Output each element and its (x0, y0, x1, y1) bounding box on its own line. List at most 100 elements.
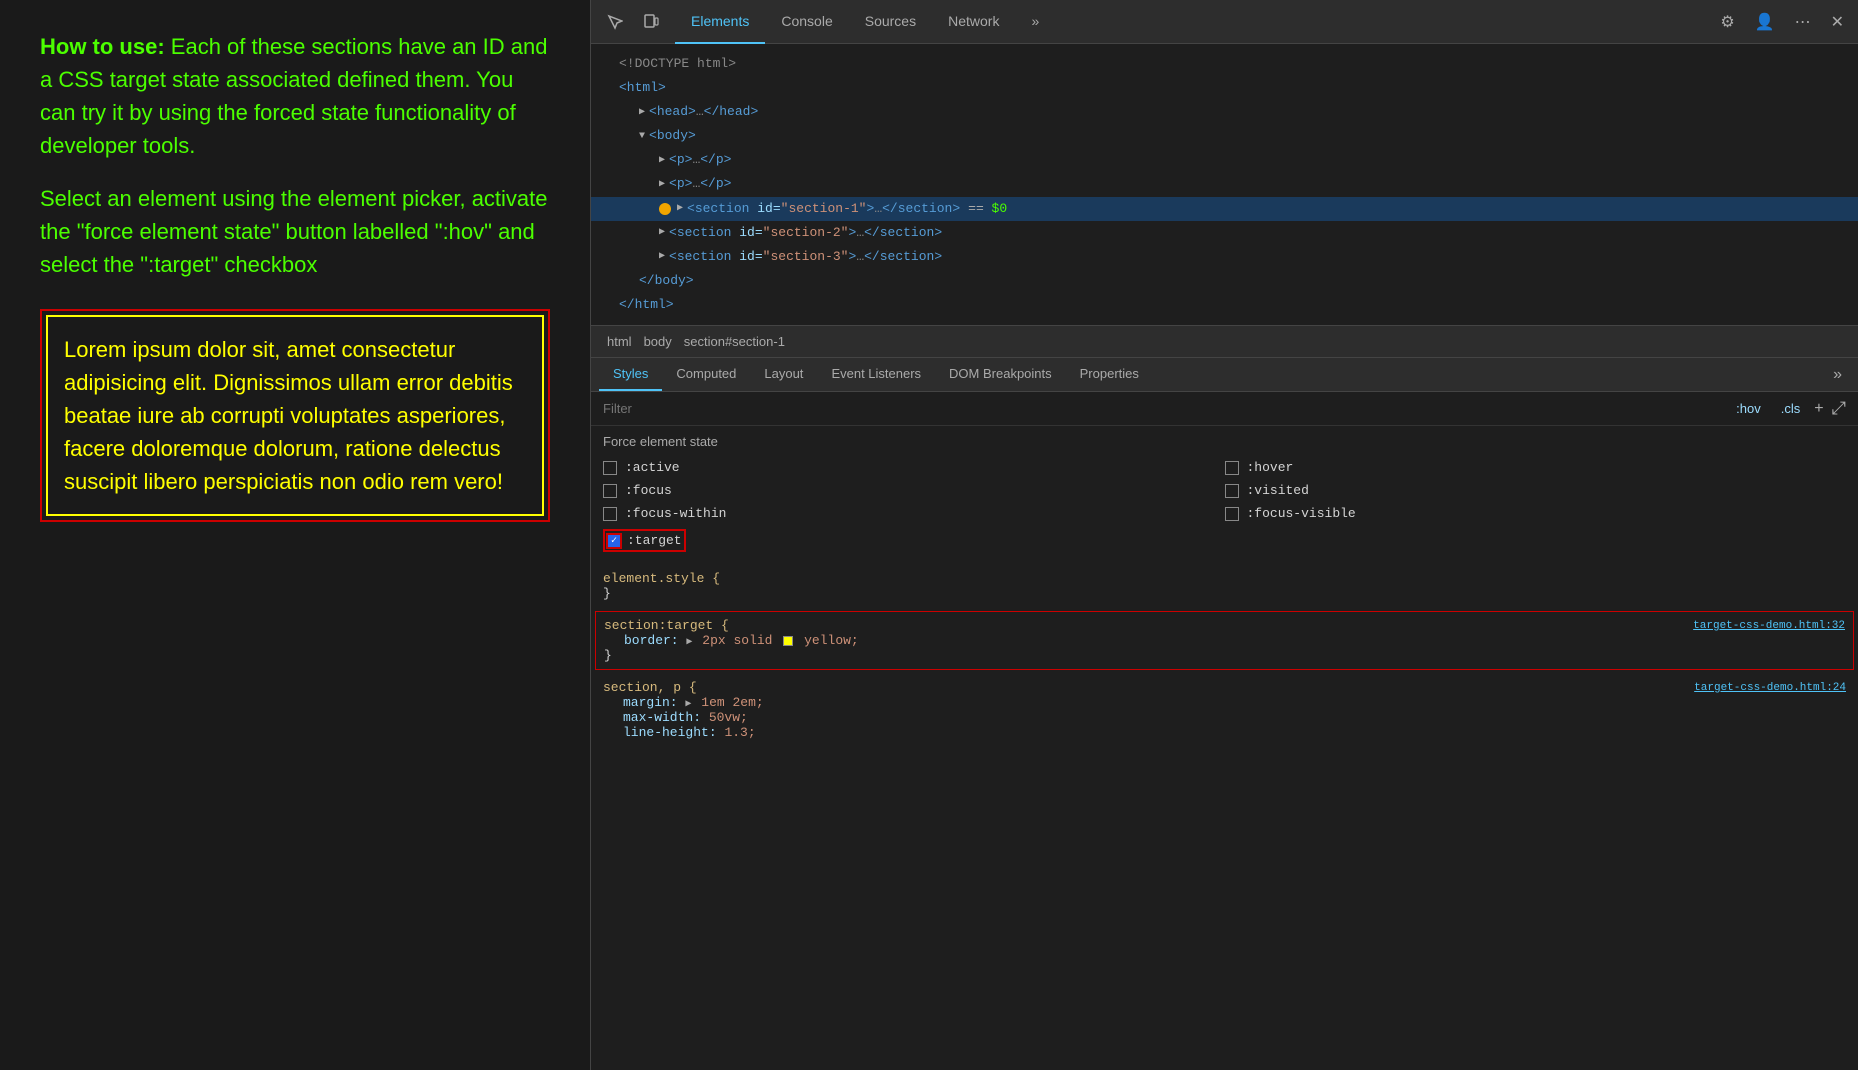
css-prop-max-width: max-width: (623, 710, 701, 725)
tab-properties[interactable]: Properties (1066, 358, 1153, 391)
tri-right-p2-icon: ▶ (659, 176, 665, 193)
breadcrumb-section1[interactable]: section#section-1 (680, 332, 789, 351)
css-selector-section-p: section, p { (603, 680, 697, 695)
select-element-text: Select an element using the element pick… (40, 182, 550, 281)
demo-lorem-text: Lorem ipsum dolor sit, amet consectetur … (64, 333, 526, 498)
tri-right-s2-icon: ▶ (659, 224, 665, 241)
css-link-section-p[interactable]: target-css-demo.html:24 (1694, 682, 1846, 694)
left-panel: How to use: Each of these sections have … (0, 0, 590, 1070)
tab-computed[interactable]: Computed (662, 358, 750, 391)
add-style-rule-button[interactable]: + (1814, 400, 1823, 418)
css-value-border: 2px solid (702, 633, 772, 648)
css-selector-element-style: element.style { (603, 571, 720, 586)
cls-button[interactable]: .cls (1775, 399, 1807, 418)
tab-sources[interactable]: Sources (849, 0, 932, 44)
devtools-topbar-right: ⚙ 👤 ⋯ ✕ (1714, 8, 1850, 36)
tab-console[interactable]: Console (765, 0, 848, 44)
state-target-item: :target (603, 526, 1225, 555)
breadcrumb-body[interactable]: body (640, 332, 676, 351)
tab-network[interactable]: Network (932, 0, 1015, 44)
devtools-topbar: Elements Console Sources Network » ⚙ 👤 ⋯… (591, 0, 1858, 44)
how-to-use-bold: How to use: (40, 34, 165, 59)
state-focus-label: :focus (625, 483, 672, 498)
close-devtools-button[interactable]: ✕ (1825, 8, 1850, 36)
profile-icon[interactable]: 👤 (1749, 8, 1781, 36)
state-focus-checkbox[interactable] (603, 484, 617, 498)
more-options-icon[interactable]: ⋯ (1789, 8, 1817, 36)
settings-icon[interactable]: ⚙ (1714, 8, 1740, 36)
state-focus-visible-checkbox[interactable] (1225, 507, 1239, 521)
sub-tabs-bar: Styles Computed Layout Event Listeners D… (591, 358, 1858, 392)
state-focus-within-item: :focus-within (603, 503, 1225, 524)
css-link-section-target[interactable]: target-css-demo.html:32 (1693, 620, 1845, 632)
state-hover-checkbox[interactable] (1225, 461, 1239, 475)
tri-down-icon: ▼ (639, 128, 645, 145)
tab-more[interactable]: » (1015, 0, 1055, 44)
force-element-state-label: Force element state (591, 426, 1858, 453)
state-active-label: :active (625, 460, 680, 475)
css-prop-margin: margin: (623, 695, 678, 710)
hov-button[interactable]: :hov (1730, 399, 1767, 418)
sub-tabs-more[interactable]: » (1825, 362, 1850, 388)
css-rule-section-target: section:target { target-css-demo.html:32… (595, 611, 1854, 670)
tree-section2[interactable]: ▶ <section id="section-2" >…</section> (591, 221, 1858, 245)
tree-p1[interactable]: ▶ <p>…</p> (591, 148, 1858, 172)
breadcrumb-html[interactable]: html (603, 332, 636, 351)
tri-border-icon: ▶ (686, 637, 692, 648)
state-visited-item: :visited (1225, 480, 1847, 501)
filter-input[interactable] (603, 401, 1730, 416)
state-target-checkbox[interactable] (607, 534, 621, 548)
tab-layout[interactable]: Layout (750, 358, 817, 391)
tab-dom-breakpoints[interactable]: DOM Breakpoints (935, 358, 1066, 391)
tab-styles[interactable]: Styles (599, 358, 662, 391)
filter-actions: :hov .cls + ⤢ (1730, 398, 1846, 419)
state-focus-visible-item: :focus-visible (1225, 503, 1847, 524)
element-picker-button[interactable] (599, 6, 631, 38)
state-focus-item: :focus (603, 480, 1225, 501)
state-target-wrapper: :target (603, 529, 686, 552)
state-target-label: :target (627, 533, 682, 548)
tri-margin-icon: ▶ (685, 699, 691, 710)
tree-body-close[interactable]: </body> (591, 269, 1858, 293)
color-swatch-yellow[interactable] (783, 636, 793, 646)
state-hover-item: :hover (1225, 457, 1847, 478)
tree-section3[interactable]: ▶ <section id="section-3" >…</section> (591, 245, 1858, 269)
state-focus-within-label: :focus-within (625, 506, 726, 521)
tab-elements[interactable]: Elements (675, 0, 765, 44)
tree-html-close[interactable]: </html> (591, 293, 1858, 317)
demo-box: Lorem ipsum dolor sit, amet consectetur … (46, 315, 544, 516)
tab-event-listeners[interactable]: Event Listeners (817, 358, 935, 391)
current-element-indicator: == $0 (968, 198, 1007, 220)
tri-right-s3-icon: ▶ (659, 248, 665, 265)
css-prop-border: border: (624, 633, 679, 648)
css-value-margin: 1em 2em; (701, 695, 763, 710)
state-hover-label: :hover (1247, 460, 1294, 475)
tree-doctype[interactable]: <!DOCTYPE html> (591, 52, 1858, 76)
how-to-use-text: How to use: Each of these sections have … (40, 30, 550, 162)
styles-content: Force element state :active :hover :focu… (591, 426, 1858, 1070)
state-active-checkbox[interactable] (603, 461, 617, 475)
tri-right-icon: ▶ (639, 104, 645, 121)
tree-head[interactable]: ▶ <head>…</head> (591, 100, 1858, 124)
tree-section1[interactable]: ▶ <section id="section-1" >…</section> =… (591, 197, 1858, 221)
state-focus-within-checkbox[interactable] (603, 507, 617, 521)
device-toolbar-button[interactable] (635, 6, 667, 38)
css-prop-line-height: line-height: (623, 725, 717, 740)
tree-p2[interactable]: ▶ <p>…</p> (591, 172, 1858, 196)
state-active-item: :active (603, 457, 1225, 478)
css-close-brace: } (603, 586, 611, 601)
tree-body[interactable]: ▼ <body> (591, 124, 1858, 148)
html-tree: <!DOCTYPE html> <html> ▶ <head>…</head> … (591, 44, 1858, 326)
css-value-yellow: yellow; (804, 633, 859, 648)
tree-html[interactable]: <html> (591, 76, 1858, 100)
breakpoint-dot (659, 203, 671, 215)
state-visited-checkbox[interactable] (1225, 484, 1239, 498)
tri-right-p1-icon: ▶ (659, 152, 665, 169)
state-visited-label: :visited (1247, 483, 1309, 498)
css-rule-element-style: element.style { } (591, 565, 1858, 607)
breadcrumb-bar: html body section#section-1 (591, 326, 1858, 358)
devtools-main-tabs: Elements Console Sources Network » (675, 0, 1714, 44)
devtools-icons (599, 6, 667, 38)
css-selector-section-target: section:target { (604, 618, 729, 633)
new-style-rule-icon[interactable]: ⤢ (1832, 398, 1846, 419)
